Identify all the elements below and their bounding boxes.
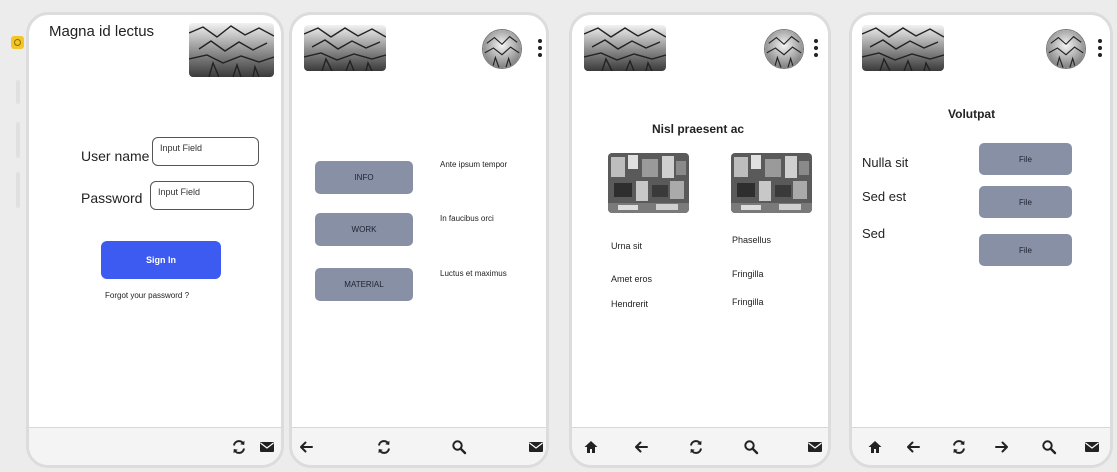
refresh-icon[interactable] bbox=[688, 439, 704, 455]
refresh-icon[interactable] bbox=[231, 439, 247, 455]
footer-nav bbox=[292, 427, 546, 465]
mail-icon[interactable] bbox=[528, 439, 544, 455]
signin-screen: Magna id lectus User name Input Field Pa… bbox=[26, 12, 284, 468]
forward-arrow-icon[interactable] bbox=[994, 439, 1010, 455]
search-icon[interactable] bbox=[743, 439, 759, 455]
mail-icon[interactable] bbox=[1084, 439, 1100, 455]
home-icon[interactable] bbox=[867, 439, 883, 455]
refresh-icon[interactable] bbox=[951, 439, 967, 455]
item-label: Phasellus bbox=[732, 235, 772, 245]
more-options-icon[interactable] bbox=[814, 39, 818, 60]
item-label: Urna sit bbox=[611, 241, 643, 251]
footer-nav bbox=[572, 427, 828, 465]
menu-screen: INFO Ante ipsum tempor WORK In faucibus … bbox=[289, 12, 549, 468]
file-button[interactable]: File bbox=[979, 143, 1072, 175]
screen-title: Magna id lectus bbox=[49, 23, 155, 40]
header-image bbox=[584, 25, 666, 71]
side-tab bbox=[16, 80, 20, 104]
row-label: Sed bbox=[862, 226, 886, 241]
badge-icon bbox=[11, 36, 24, 49]
work-description: In faucibus orci bbox=[440, 214, 494, 223]
info-description: Ante ipsum tempor bbox=[440, 160, 508, 169]
screens-canvas: Magna id lectus User name Input Field Pa… bbox=[0, 0, 1117, 472]
back-arrow-icon[interactable] bbox=[905, 439, 921, 455]
header-image bbox=[189, 23, 274, 77]
username-label: User name bbox=[81, 148, 150, 164]
home-icon[interactable] bbox=[583, 439, 599, 455]
file-button[interactable]: File bbox=[979, 186, 1072, 218]
header-image bbox=[304, 25, 386, 71]
refresh-icon[interactable] bbox=[376, 439, 392, 455]
avatar[interactable] bbox=[764, 29, 804, 69]
signin-button[interactable]: Sign In bbox=[101, 241, 221, 279]
side-tab bbox=[16, 172, 20, 208]
item-label: Fringilla bbox=[732, 297, 764, 307]
avatar[interactable] bbox=[1046, 29, 1086, 69]
back-arrow-icon[interactable] bbox=[633, 439, 649, 455]
header-image bbox=[862, 25, 944, 71]
password-input[interactable]: Input Field bbox=[150, 181, 254, 210]
work-button[interactable]: WORK bbox=[315, 213, 413, 246]
mail-icon[interactable] bbox=[807, 439, 823, 455]
back-arrow-icon[interactable] bbox=[298, 439, 314, 455]
side-tab bbox=[16, 122, 20, 158]
material-description: Luctus et maximus bbox=[440, 269, 507, 278]
row-label: Sed est bbox=[862, 189, 907, 204]
files-screen: Volutpat Nulla sit File Sed est File Sed… bbox=[849, 12, 1113, 468]
search-icon[interactable] bbox=[451, 439, 467, 455]
screen-title: Volutpat bbox=[948, 107, 996, 121]
item-label: Amet eros bbox=[611, 274, 653, 284]
search-icon[interactable] bbox=[1041, 439, 1057, 455]
item-label: Hendrerit bbox=[611, 299, 649, 309]
footer-nav bbox=[852, 427, 1110, 465]
forgot-password-link[interactable]: Forgot your password ? bbox=[105, 291, 189, 300]
row-label: Nulla sit bbox=[862, 155, 909, 170]
gallery-image-right[interactable] bbox=[731, 153, 812, 213]
footer-nav bbox=[29, 427, 281, 465]
gallery-screen: Nisl praesent ac Urna sit Amet eros Hend… bbox=[569, 12, 831, 468]
more-options-icon[interactable] bbox=[1098, 39, 1102, 60]
password-label: Password bbox=[81, 190, 143, 206]
more-options-icon[interactable] bbox=[538, 39, 542, 60]
avatar[interactable] bbox=[482, 29, 522, 69]
info-button[interactable]: INFO bbox=[315, 161, 413, 194]
gallery-image-left[interactable] bbox=[608, 153, 689, 213]
file-button[interactable]: File bbox=[979, 234, 1072, 266]
material-button[interactable]: MATERIAL bbox=[315, 268, 413, 301]
screen-title: Nisl praesent ac bbox=[652, 122, 745, 136]
item-label: Fringilla bbox=[732, 269, 764, 279]
mail-icon[interactable] bbox=[259, 439, 275, 455]
username-input[interactable]: Input Field bbox=[152, 137, 259, 166]
